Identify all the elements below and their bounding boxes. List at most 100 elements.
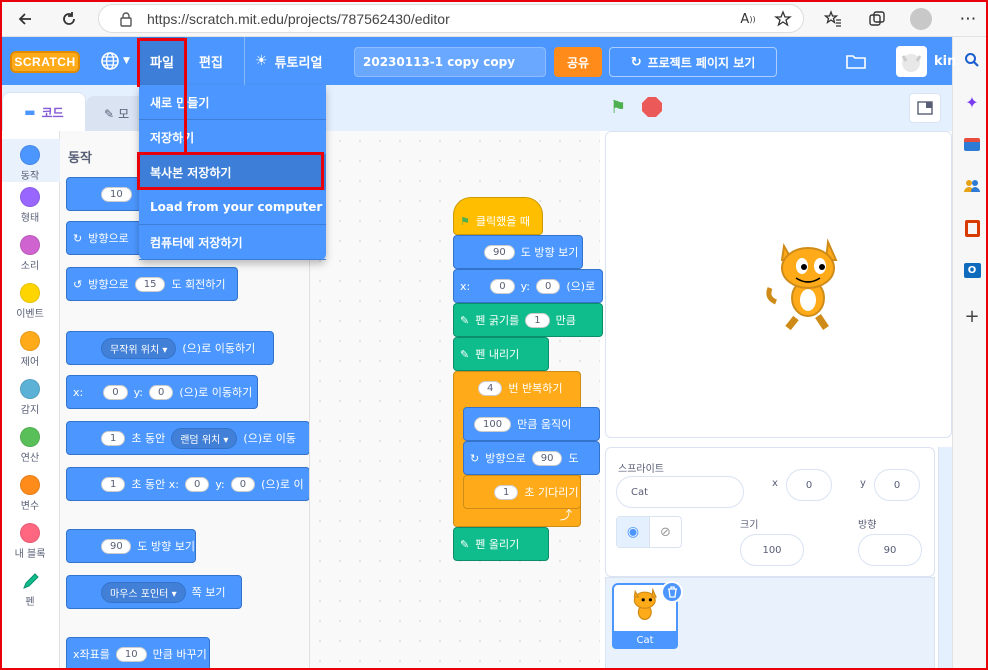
copilot-icon[interactable]: ✦ xyxy=(961,91,983,113)
turn-left-input[interactable]: 15 xyxy=(134,276,166,292)
y-input[interactable]: 0 xyxy=(874,469,920,501)
when-flag-clicked-block[interactable]: ⚑ 클릭했을 때 xyxy=(453,197,543,235)
category-dot-icon xyxy=(20,427,40,447)
project-title-input[interactable]: 20230113-1 copy copy xyxy=(354,47,546,77)
small-stage-button[interactable] xyxy=(909,93,941,123)
x-label: x xyxy=(772,478,778,489)
pen-icon: ✎ xyxy=(460,313,470,327)
size-input[interactable]: 100 xyxy=(740,534,804,566)
category-7[interactable]: 변수 xyxy=(0,475,60,512)
cat-sprite[interactable] xyxy=(766,238,856,332)
glide2-y-input[interactable]: 0 xyxy=(230,476,256,492)
office-icon[interactable] xyxy=(961,217,983,239)
move-steps-input[interactable]: 10 xyxy=(101,186,132,202)
file-menu-item-2[interactable]: 복사본 저장하기 xyxy=(139,155,326,190)
category-3[interactable]: 이벤트 xyxy=(0,283,60,320)
avatar[interactable] xyxy=(896,46,927,77)
glide-target-block[interactable]: 1 초 동안 랜덤 위치 ▾ (으)로 이동 xyxy=(66,421,309,455)
category-6[interactable]: 연산 xyxy=(0,427,60,464)
point-towards-block[interactable]: 마우스 포인터 ▾ 쪽 보기 xyxy=(66,575,242,609)
glide2-secs-input[interactable]: 1 xyxy=(101,476,126,492)
show-eye-icon[interactable]: ◉ xyxy=(617,517,649,547)
change-x-input[interactable]: 10 xyxy=(115,646,147,662)
goto-xy-block[interactable]: x: 0 y: 0 (으)로 이동하기 xyxy=(66,375,258,409)
point-towards-dropdown[interactable]: 마우스 포인터 ▾ xyxy=(101,581,186,603)
language-button[interactable]: ▼ xyxy=(100,37,130,85)
file-menu-item-3[interactable]: Load from your computer xyxy=(139,190,326,225)
add-icon[interactable]: + xyxy=(961,305,983,327)
my-stuff-folder-icon[interactable] xyxy=(846,37,866,85)
script-wait-input[interactable]: 1 xyxy=(494,484,519,500)
file-menu-item-4[interactable]: 컴퓨터에 저장하기 xyxy=(139,225,326,260)
goto-target-dropdown[interactable]: 무작위 위치 ▾ xyxy=(101,337,177,359)
direction-input[interactable]: 90 xyxy=(858,534,922,566)
add-favorite-icon[interactable] xyxy=(770,6,796,32)
profile-icon[interactable] xyxy=(908,6,934,32)
point-direction-block[interactable]: 90 도 방향 보기 xyxy=(66,529,196,563)
file-menu-item-0[interactable]: 새로 만들기 xyxy=(139,85,326,120)
script-turn-block[interactable]: ↻ 방향으로 90 도 xyxy=(463,441,600,475)
category-2[interactable]: 소리 xyxy=(0,235,60,272)
tab-costumes[interactable]: ✎ 모 xyxy=(86,96,146,131)
category-8[interactable]: 내 블록 xyxy=(0,523,60,560)
glide-target-dropdown[interactable]: 랜덤 위치 ▾ xyxy=(171,427,238,449)
file-menu-item-1[interactable]: 저장하기 xyxy=(139,120,326,155)
glide2-x-input[interactable]: 0 xyxy=(184,476,210,492)
stage-canvas[interactable] xyxy=(605,131,952,438)
category-dot-icon xyxy=(20,331,40,351)
search-icon[interactable] xyxy=(961,49,983,71)
file-menu-button[interactable]: 파일 xyxy=(139,37,185,85)
scratch-logo[interactable]: SCRATCH xyxy=(10,51,80,73)
edit-menu-button[interactable]: 편집 xyxy=(199,37,223,85)
point-direction-input[interactable]: 90 xyxy=(101,538,132,554)
hide-eye-icon[interactable]: ⊘ xyxy=(648,517,681,547)
category-5[interactable]: 감지 xyxy=(0,379,60,416)
tools-icon[interactable] xyxy=(961,133,983,155)
script-pen-up-block[interactable]: ✎ 펜 올리기 xyxy=(453,527,549,561)
script-point-input[interactable]: 90 xyxy=(484,244,515,260)
goto-x-input[interactable]: 0 xyxy=(103,384,128,400)
turn-left-block[interactable]: ↺ 방향으로 15 도 회전하기 xyxy=(66,267,238,301)
script-move-input[interactable]: 100 xyxy=(474,416,512,432)
sprite-name-input[interactable]: Cat xyxy=(616,476,744,508)
x-input[interactable]: 0 xyxy=(786,469,832,501)
category-4[interactable]: 제어 xyxy=(0,331,60,368)
change-x-block[interactable]: x좌표를 10 만큼 바꾸기 xyxy=(66,637,210,670)
script-pen-size-input[interactable]: 1 xyxy=(525,312,550,328)
script-move-block[interactable]: 100 만큼 움직이 xyxy=(463,407,600,441)
outlook-icon[interactable]: O xyxy=(961,259,983,281)
trash-icon[interactable] xyxy=(661,581,683,603)
goto-target-block[interactable]: 무작위 위치 ▾ (으)로 이동하기 xyxy=(66,331,274,365)
script-pen-down-block[interactable]: ✎ 펜 내리기 xyxy=(453,337,549,371)
script-wait-block[interactable]: 1 초 기다리기 xyxy=(463,475,581,509)
category-1[interactable]: 형태 xyxy=(0,187,60,224)
category-9[interactable]: 펜 xyxy=(0,571,60,608)
script-goto-xy-block[interactable]: x: 0 y: 0 (으)로 xyxy=(453,269,603,303)
tutorials-button[interactable]: ☀ 튜토리얼 xyxy=(244,37,322,85)
script-turn-input[interactable]: 90 xyxy=(531,450,563,466)
read-aloud-icon[interactable]: A)) xyxy=(735,6,761,32)
stop-sign-icon[interactable] xyxy=(642,97,662,117)
script-goto-x-input[interactable]: 0 xyxy=(490,278,515,294)
script-pen-size-block[interactable]: ✎ 펜 굵기를 1 만큼 xyxy=(453,303,603,337)
username-label[interactable]: kin xyxy=(934,37,956,85)
glide-xy-block[interactable]: 1 초 동안 x: 0 y: 0 (으)로 이 xyxy=(66,467,309,501)
glide-secs-input[interactable]: 1 xyxy=(101,430,126,446)
collections-icon[interactable] xyxy=(864,6,890,32)
reload-icon[interactable] xyxy=(56,6,82,32)
back-icon[interactable] xyxy=(12,6,38,32)
favorites-icon[interactable] xyxy=(820,6,846,32)
tab-code[interactable]: ▬ 코드 xyxy=(2,92,86,131)
people-icon[interactable] xyxy=(961,175,983,197)
goto-y-input[interactable]: 0 xyxy=(149,384,174,400)
address-bar[interactable]: https://scratch.mit.edu/projects/7875624… xyxy=(98,4,804,33)
green-flag-icon[interactable]: ⚑ xyxy=(610,97,632,119)
share-button[interactable]: 공유 xyxy=(554,47,602,77)
script-area[interactable]: ⚑ 클릭했을 때 90 도 방향 보기 x: 0 y: 0 (으)로 ✎ 펜 굵… xyxy=(310,131,603,670)
script-repeat-input[interactable]: 4 xyxy=(478,380,503,396)
more-icon[interactable]: ⋯ xyxy=(955,6,981,32)
category-0[interactable]: 동작 xyxy=(0,139,60,182)
script-point-direction-block[interactable]: 90 도 방향 보기 xyxy=(453,235,583,269)
see-project-page-button[interactable]: ↻ 프로젝트 페이지 보기 xyxy=(609,47,777,77)
script-goto-y-input[interactable]: 0 xyxy=(536,278,561,294)
